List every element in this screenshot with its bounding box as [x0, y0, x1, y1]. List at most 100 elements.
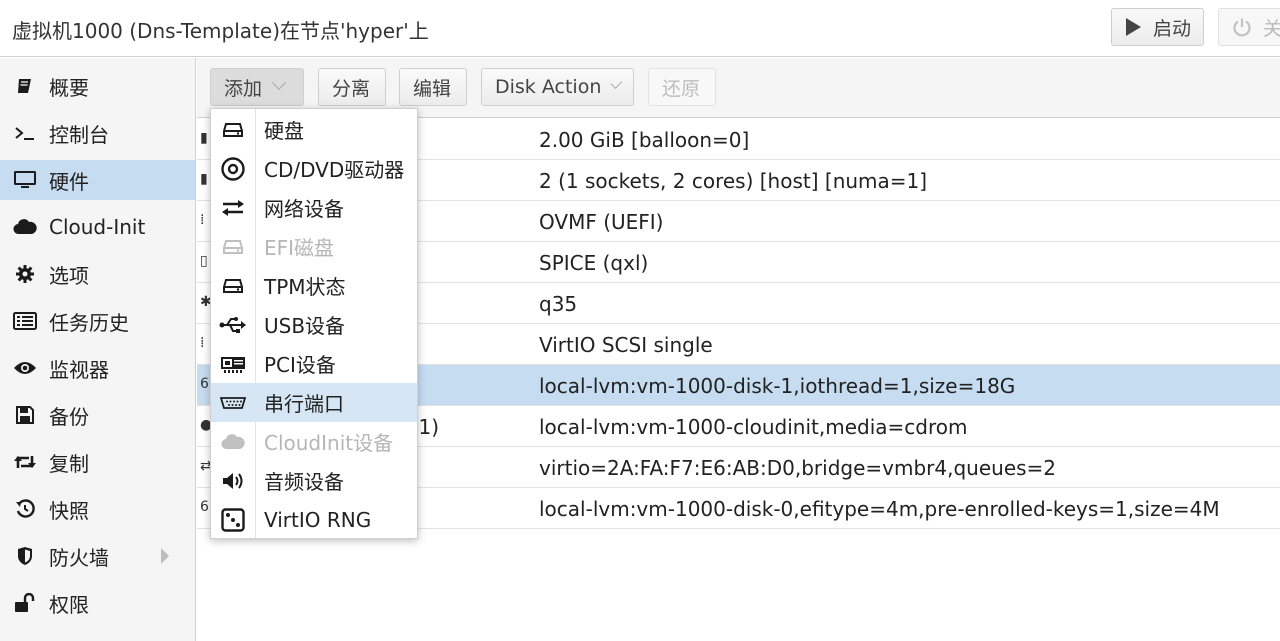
revert-label: 还原 — [662, 77, 701, 100]
menu-item-pci-device[interactable]: PCI设备 — [211, 344, 417, 383]
sidebar-item-replication[interactable]: 复制 — [0, 442, 195, 482]
sidebar-item-cloud-init[interactable]: Cloud-Init — [0, 207, 195, 247]
hdd-icon — [211, 110, 255, 149]
book-icon — [12, 73, 38, 99]
sidebar-item-summary[interactable]: 概要 — [0, 66, 195, 106]
start-button[interactable]: 启动 — [1111, 8, 1204, 46]
terminal-icon — [12, 120, 38, 146]
sidebar-item-task-history[interactable]: 任务历史 — [0, 301, 195, 341]
unlock-icon — [12, 590, 38, 616]
menu-item-cloudinit-drive[interactable]: CloudInit设备 — [211, 422, 417, 461]
app-window: 虚拟机1000 (Dns-Template)在节点'hyper'上 启动 关 概… — [0, 0, 1280, 641]
vm-sidebar: 概要 控制台 硬件 Cloud-Init 选项 任务历史 监视器 备份 复制 快… — [0, 58, 196, 641]
chevron-down-icon — [610, 76, 623, 89]
sidebar-item-label: Cloud-Init — [49, 215, 146, 239]
sidebar-item-options[interactable]: 选项 — [0, 254, 195, 294]
sidebar-item-label: 控制台 — [49, 122, 109, 147]
disk-action-button[interactable]: Disk Action — [481, 68, 634, 106]
menu-item-label: 串行端口 — [264, 392, 344, 416]
menu-item-serial-port[interactable]: 串行端口 — [211, 383, 417, 422]
sidebar-item-snapshots[interactable]: 快照 — [0, 489, 195, 529]
sidebar-item-label: 选项 — [49, 263, 89, 288]
list-icon — [12, 308, 38, 334]
menu-item-label: CD/DVD驱动器 — [264, 158, 405, 182]
add-dropdown-menu: 硬盘 CD/DVD驱动器 网络设备 EFI磁盘 TPM状态 USB设备 PCI设… — [210, 108, 418, 539]
row-value: virtio=2A:FA:F7:E6:AB:D0,bridge=vmbr4,qu… — [539, 456, 1057, 480]
shutdown-button[interactable]: 关 — [1218, 8, 1280, 46]
row-value: SPICE (qxl) — [539, 251, 649, 275]
sidebar-item-label: 概要 — [49, 75, 89, 100]
shutdown-label: 关 — [1263, 17, 1280, 40]
serial-port-icon — [211, 383, 255, 422]
dice-icon — [211, 500, 255, 539]
volume-icon — [211, 461, 255, 500]
menu-item-network-device[interactable]: 网络设备 — [211, 188, 417, 227]
sidebar-item-console[interactable]: 控制台 — [0, 113, 195, 153]
row-value: local-lvm:vm-1000-disk-0,efitype=4m,pre-… — [539, 497, 1220, 521]
sidebar-item-monitor[interactable]: 监视器 — [0, 348, 195, 388]
menu-item-usb-device[interactable]: USB设备 — [211, 305, 417, 344]
menu-item-label: 硬盘 — [264, 119, 304, 143]
hdd-icon — [211, 266, 255, 305]
menu-item-label: PCI设备 — [264, 353, 336, 377]
menu-item-label: USB设备 — [264, 314, 346, 338]
row-value: VirtIO SCSI single — [539, 333, 713, 357]
menu-item-label: TPM状态 — [264, 275, 346, 299]
menu-item-label: EFI磁盘 — [264, 236, 335, 260]
sidebar-item-label: 快照 — [49, 498, 89, 523]
power-icon — [1231, 16, 1253, 38]
menu-item-audio-device[interactable]: 音频设备 — [211, 461, 417, 500]
disk-action-label: Disk Action — [495, 76, 602, 98]
chevron-down-icon — [271, 75, 287, 90]
gear-icon — [12, 261, 38, 287]
menu-item-tpm-state[interactable]: TPM状态 — [211, 266, 417, 305]
menu-item-label: 网络设备 — [264, 197, 344, 221]
hdd-icon — [211, 227, 255, 266]
sidebar-item-firewall[interactable]: 防火墙 — [0, 536, 195, 576]
menu-item-virtio-rng[interactable]: VirtIO RNG — [211, 500, 417, 539]
row-value: OVMF (UEFI) — [539, 210, 664, 234]
retweet-icon — [12, 449, 38, 475]
monitor-icon — [12, 167, 38, 193]
menu-item-label: CloudInit设备 — [264, 431, 394, 455]
sidebar-item-label: 备份 — [49, 404, 89, 429]
usb-icon — [211, 305, 255, 344]
cloud-icon — [12, 214, 38, 240]
pci-card-icon — [211, 344, 255, 383]
vm-header: 虚拟机1000 (Dns-Template)在节点'hyper'上 启动 关 — [0, 0, 1280, 57]
edit-button[interactable]: 编辑 — [399, 68, 467, 106]
menu-item-label: VirtIO RNG — [264, 507, 372, 532]
row-value: local-lvm:vm-1000-disk-1,iothread=1,size… — [539, 374, 1016, 398]
row-value: 2 (1 sockets, 2 cores) [host] [numa=1] — [539, 169, 928, 193]
edit-label: 编辑 — [413, 77, 452, 100]
floppy-icon — [12, 402, 38, 428]
sidebar-item-label: 权限 — [49, 592, 89, 617]
sidebar-item-permissions[interactable]: 权限 — [0, 583, 195, 623]
menu-item-hard-disk[interactable]: 硬盘 — [211, 110, 417, 149]
revert-button[interactable]: 还原 — [648, 68, 716, 106]
detach-label: 分离 — [332, 77, 371, 100]
sidebar-item-label: 监视器 — [49, 357, 109, 382]
row-value: 2.00 GiB [balloon=0] — [539, 128, 750, 152]
detach-button[interactable]: 分离 — [318, 68, 386, 106]
expand-arrow-icon[interactable] — [161, 548, 169, 564]
add-button[interactable]: 添加 — [210, 68, 304, 106]
history-icon — [12, 496, 38, 522]
disc-icon — [211, 149, 255, 188]
menu-item-label: 音频设备 — [264, 470, 344, 494]
sidebar-item-label: 任务历史 — [49, 310, 129, 335]
eye-icon — [12, 355, 38, 381]
sidebar-item-label: 复制 — [49, 451, 89, 476]
sidebar-item-hardware[interactable]: 硬件 — [0, 160, 195, 200]
add-label: 添加 — [224, 77, 263, 100]
shield-icon — [12, 543, 38, 569]
menu-item-efi-disk[interactable]: EFI磁盘 — [211, 227, 417, 266]
row-value: q35 — [539, 292, 578, 316]
start-label: 启动 — [1152, 17, 1191, 40]
sidebar-item-label: 防火墙 — [49, 545, 109, 570]
row-value: local-lvm:vm-1000-cloudinit,media=cdrom — [539, 415, 968, 439]
sidebar-item-backup[interactable]: 备份 — [0, 395, 195, 435]
exchange-icon — [211, 188, 255, 227]
menu-item-cd-dvd-drive[interactable]: CD/DVD驱动器 — [211, 149, 417, 188]
sidebar-item-label: 硬件 — [49, 169, 89, 194]
